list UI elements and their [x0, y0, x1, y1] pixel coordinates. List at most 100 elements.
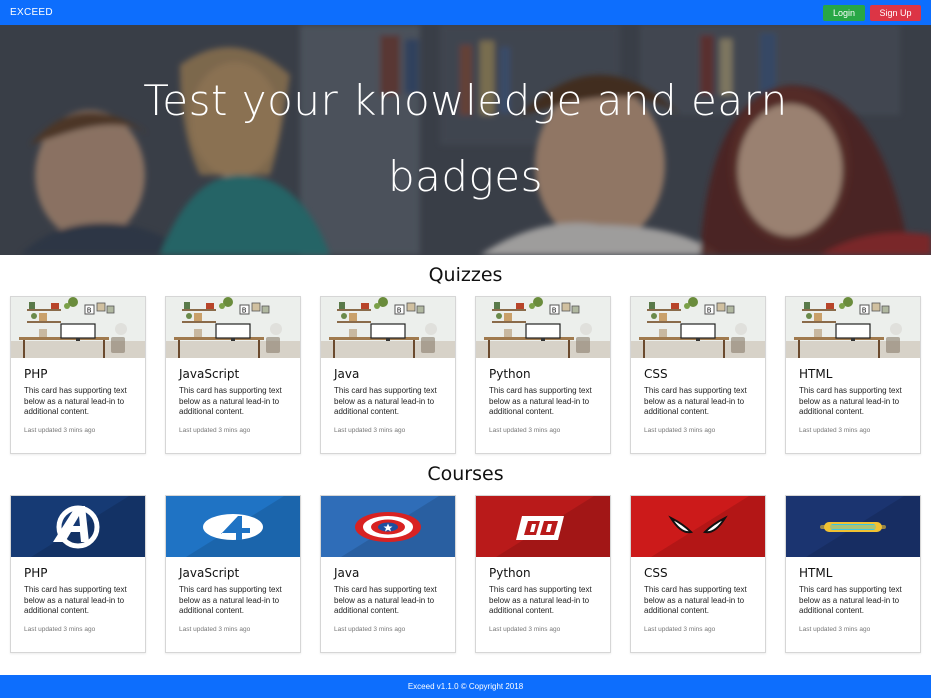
nav-actions: Login Sign Up	[823, 4, 921, 21]
course-card-javascript[interactable]: JavaScript This card has supporting text…	[165, 495, 301, 653]
desk-workspace-illustration: B	[631, 297, 765, 358]
card-body: CSS This card has supporting text below …	[631, 358, 765, 434]
card-title: JavaScript	[179, 367, 240, 381]
svg-text:B: B	[552, 307, 557, 315]
card-image	[11, 496, 145, 557]
card-title: Java	[334, 566, 360, 580]
card-image: B	[476, 297, 610, 358]
svg-text:B: B	[862, 307, 867, 315]
svg-text:B: B	[397, 307, 402, 315]
card-title: Python	[489, 566, 531, 580]
card-body: Python This card has supporting text bel…	[476, 358, 610, 434]
card-image	[321, 496, 455, 557]
card-last-updated: Last updated 3 mins ago	[179, 426, 251, 434]
hero-banner: Test your knowledge and earn badges	[0, 25, 931, 255]
card-last-updated: Last updated 3 mins ago	[24, 625, 96, 633]
card-title: HTML	[799, 566, 833, 580]
top-navbar: EXCEED Login Sign Up	[0, 0, 931, 25]
card-body: Java This card has supporting text below…	[321, 557, 455, 633]
card-last-updated: Last updated 3 mins ago	[179, 625, 251, 633]
card-last-updated: Last updated 3 mins ago	[24, 426, 96, 434]
hero-title: Test your knowledge and earn badges	[143, 76, 788, 201]
avengers-logo-icon	[11, 496, 145, 557]
card-text: This card has supporting text below as a…	[179, 585, 282, 615]
card-title: Java	[334, 367, 360, 381]
card-last-updated: Last updated 3 mins ago	[489, 426, 561, 434]
daredevil-logo-icon	[476, 496, 610, 557]
quiz-card-html[interactable]: B HTML This card has supporting text bel…	[785, 296, 921, 454]
brand-logo[interactable]: EXCEED	[10, 7, 53, 18]
card-image: B	[11, 297, 145, 358]
card-title: PHP	[24, 367, 48, 381]
course-card-php[interactable]: PHP This card has supporting text below …	[10, 495, 146, 653]
svg-text:B: B	[707, 307, 712, 315]
card-title: PHP	[24, 566, 48, 580]
quiz-card-java[interactable]: B Java This card has supporting text bel…	[320, 296, 456, 454]
card-body: Java This card has supporting text below…	[321, 358, 455, 434]
desk-workspace-illustration: B	[11, 297, 145, 358]
quiz-card-python[interactable]: B Python This card has supporting text b…	[475, 296, 611, 454]
svg-text:B: B	[242, 307, 247, 315]
card-image: B	[321, 297, 455, 358]
card-image: B	[166, 297, 300, 358]
card-body: PHP This card has supporting text below …	[11, 557, 145, 633]
card-last-updated: Last updated 3 mins ago	[644, 625, 716, 633]
card-body: HTML This card has supporting text below…	[786, 358, 920, 434]
card-text: This card has supporting text below as a…	[334, 585, 437, 615]
card-last-updated: Last updated 3 mins ago	[799, 625, 871, 633]
desk-workspace-illustration: B	[476, 297, 610, 358]
quiz-card-css[interactable]: B CSS This card has supporting text belo…	[630, 296, 766, 454]
desk-workspace-illustration: B	[786, 297, 920, 358]
card-text: This card has supporting text below as a…	[644, 585, 747, 615]
captain-america-shield-icon	[321, 496, 455, 557]
course-card-python[interactable]: Python This card has supporting text bel…	[475, 495, 611, 653]
card-body: HTML This card has supporting text below…	[786, 557, 920, 633]
card-body: PHP This card has supporting text below …	[11, 358, 145, 434]
course-card-java[interactable]: Java This card has supporting text below…	[320, 495, 456, 653]
card-title: Python	[489, 367, 531, 381]
course-card-html[interactable]: HTML This card has supporting text below…	[785, 495, 921, 653]
card-text: This card has supporting text below as a…	[24, 386, 127, 416]
card-image	[631, 496, 765, 557]
card-title: CSS	[644, 566, 668, 580]
card-text: This card has supporting text below as a…	[799, 585, 902, 615]
footer-copyright: Exceed v1.1.0 © Copyright 2018	[407, 682, 524, 691]
svg-text:B: B	[87, 307, 92, 315]
quiz-cards-row: B PHP This card has supporting text belo…	[10, 296, 921, 454]
card-image: B	[631, 297, 765, 358]
card-image: B	[786, 297, 920, 358]
quiz-card-php[interactable]: B PHP This card has supporting text belo…	[10, 296, 146, 454]
quiz-card-javascript[interactable]: B JavaScript This card has supporting te…	[165, 296, 301, 454]
page-footer: Exceed v1.1.0 © Copyright 2018	[0, 675, 931, 698]
desk-workspace-illustration: B	[321, 297, 455, 358]
course-cards-row: PHP This card has supporting text below …	[10, 495, 921, 653]
card-body: CSS This card has supporting text below …	[631, 557, 765, 633]
card-title: CSS	[644, 367, 668, 381]
card-title: JavaScript	[179, 566, 240, 580]
courses-heading: Courses	[427, 463, 504, 485]
card-last-updated: Last updated 3 mins ago	[644, 426, 716, 434]
card-text: This card has supporting text below as a…	[24, 585, 127, 615]
card-body: Python This card has supporting text bel…	[476, 557, 610, 633]
spiderman-mask-icon	[631, 496, 765, 557]
card-text: This card has supporting text below as a…	[334, 386, 437, 416]
card-last-updated: Last updated 3 mins ago	[334, 625, 406, 633]
card-body: JavaScript This card has supporting text…	[166, 557, 300, 633]
card-image	[786, 496, 920, 557]
fantastic-four-logo-icon	[166, 496, 300, 557]
card-body: JavaScript This card has supporting text…	[166, 358, 300, 434]
card-title: HTML	[799, 367, 833, 381]
quizzes-heading: Quizzes	[428, 264, 503, 286]
card-text: This card has supporting text below as a…	[489, 386, 592, 416]
card-text: This card has supporting text below as a…	[799, 386, 902, 416]
card-image	[476, 496, 610, 557]
course-card-css[interactable]: CSS This card has supporting text below …	[630, 495, 766, 653]
card-last-updated: Last updated 3 mins ago	[489, 625, 561, 633]
login-button[interactable]: Login	[823, 4, 865, 21]
card-text: This card has supporting text below as a…	[179, 386, 282, 416]
signup-button[interactable]: Sign Up	[870, 4, 921, 21]
cyclops-visor-icon	[786, 496, 920, 557]
card-last-updated: Last updated 3 mins ago	[799, 426, 871, 434]
card-image	[166, 496, 300, 557]
card-text: This card has supporting text below as a…	[644, 386, 747, 416]
